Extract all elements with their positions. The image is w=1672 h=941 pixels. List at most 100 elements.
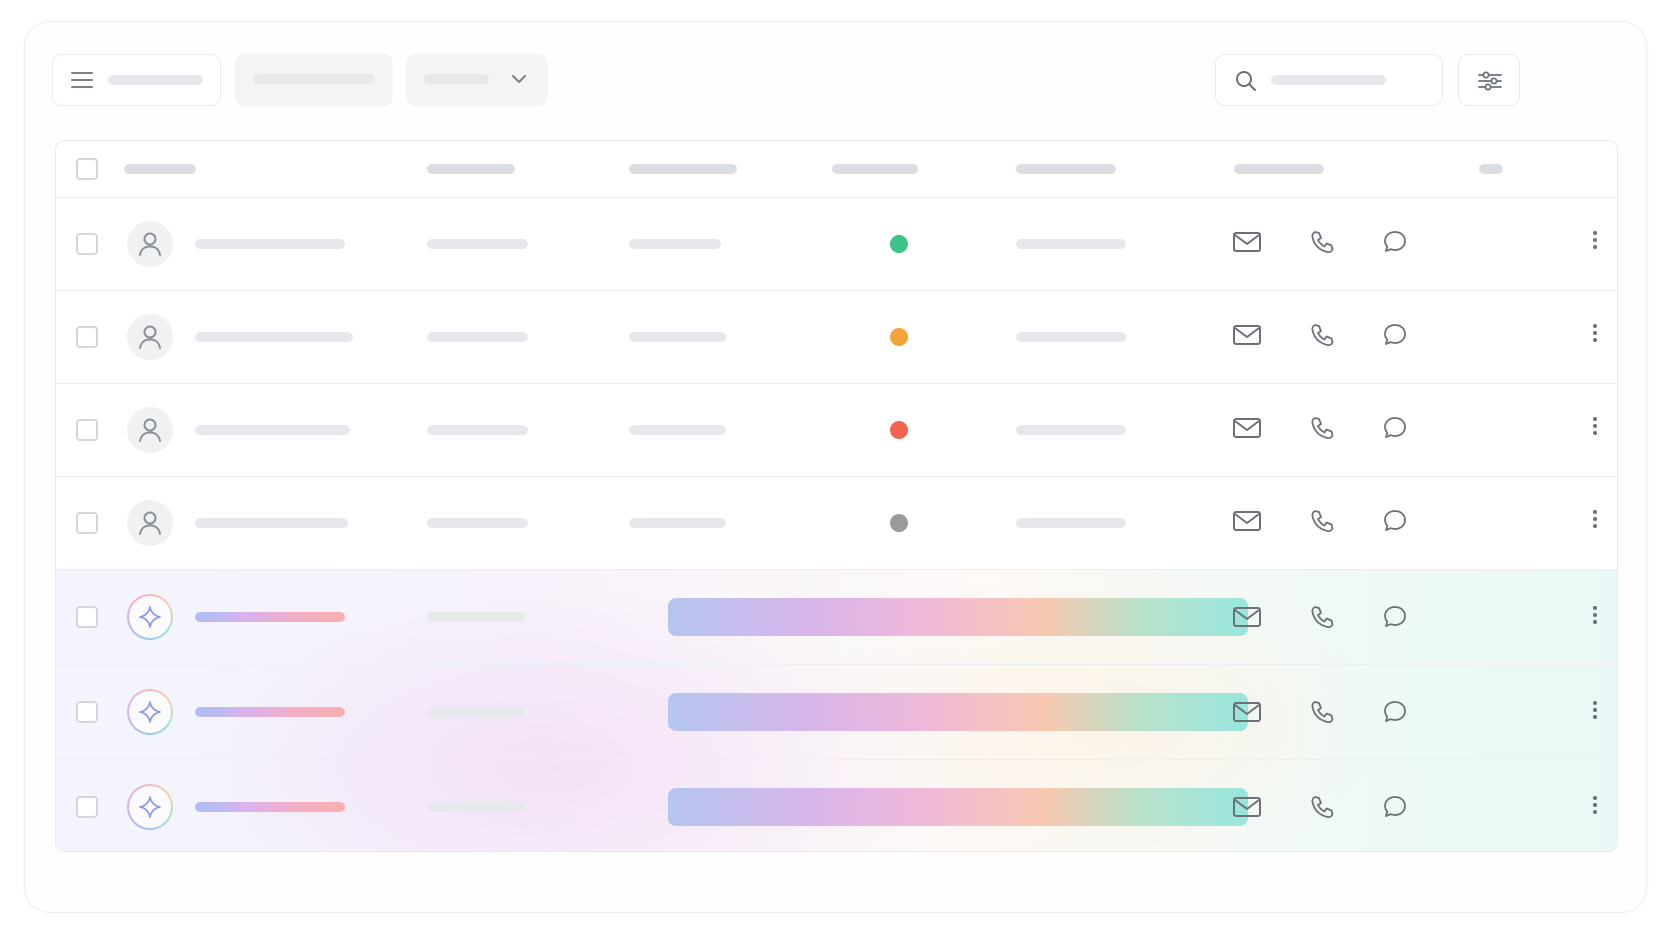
- header-col-3: [629, 164, 737, 174]
- table-row[interactable]: [56, 290, 1617, 383]
- sliders-icon: [1478, 71, 1502, 91]
- status-dot: [890, 235, 908, 253]
- contacts-table: [55, 140, 1618, 852]
- cell-placeholder: [427, 612, 525, 622]
- more-vertical-icon[interactable]: [1592, 231, 1598, 253]
- ai-table-row[interactable]: [56, 664, 1617, 759]
- chat-bubble-icon[interactable]: [1382, 229, 1408, 255]
- more-vertical-icon[interactable]: [1592, 606, 1598, 628]
- table-row[interactable]: [56, 197, 1617, 290]
- more-vertical-icon[interactable]: [1592, 701, 1598, 723]
- header-col-status: [832, 164, 918, 174]
- cell-placeholder: [427, 518, 528, 528]
- tab-label-placeholder: [253, 74, 375, 84]
- mail-icon[interactable]: [1232, 230, 1262, 254]
- mail-icon[interactable]: [1232, 509, 1262, 533]
- cell-placeholder: [629, 425, 726, 435]
- ai-table-row[interactable]: [56, 759, 1617, 851]
- table-row[interactable]: [56, 476, 1617, 569]
- dropdown-select[interactable]: [406, 54, 548, 106]
- phone-icon[interactable]: [1309, 604, 1335, 630]
- header-col-more: [1479, 164, 1503, 174]
- search-placeholder: [1271, 75, 1386, 85]
- header-col-actions: [1234, 164, 1324, 174]
- cell-placeholder: [1016, 425, 1126, 435]
- more-vertical-icon[interactable]: [1592, 510, 1598, 532]
- mail-icon[interactable]: [1232, 323, 1262, 347]
- cell-placeholder: [629, 518, 726, 528]
- ai-generating-bar: [668, 598, 1248, 636]
- phone-icon[interactable]: [1309, 508, 1335, 534]
- chat-bubble-icon[interactable]: [1382, 508, 1408, 534]
- cell-placeholder: [1016, 239, 1126, 249]
- phone-icon[interactable]: [1309, 699, 1335, 725]
- mail-icon[interactable]: [1232, 416, 1262, 440]
- row-checkbox[interactable]: [76, 326, 98, 348]
- ai-avatar: [127, 784, 173, 830]
- cell-placeholder: [427, 332, 528, 342]
- cell-placeholder: [629, 239, 721, 249]
- avatar: [127, 314, 173, 360]
- status-dot: [890, 421, 908, 439]
- ai-table-row[interactable]: [56, 569, 1617, 664]
- ai-avatar: [127, 689, 173, 735]
- contact-name-placeholder: [195, 425, 350, 435]
- chevron-down-icon: [512, 75, 526, 83]
- sparkle-icon: [139, 606, 161, 628]
- filter-button[interactable]: [1458, 54, 1520, 106]
- mail-icon[interactable]: [1232, 795, 1262, 819]
- more-vertical-icon[interactable]: [1592, 324, 1598, 346]
- user-icon: [139, 511, 161, 535]
- row-checkbox[interactable]: [76, 233, 98, 255]
- sparkle-icon: [139, 796, 161, 818]
- phone-icon[interactable]: [1309, 415, 1335, 441]
- cell-placeholder: [427, 707, 525, 717]
- avatar: [127, 500, 173, 546]
- chat-bubble-icon[interactable]: [1382, 699, 1408, 725]
- row-checkbox[interactable]: [76, 606, 98, 628]
- row-checkbox[interactable]: [76, 419, 98, 441]
- cell-placeholder: [629, 332, 726, 342]
- phone-icon[interactable]: [1309, 322, 1335, 348]
- mail-icon[interactable]: [1232, 700, 1262, 724]
- header-col-2: [427, 164, 515, 174]
- status-dot: [890, 328, 908, 346]
- mail-icon[interactable]: [1232, 605, 1262, 629]
- more-vertical-icon[interactable]: [1592, 796, 1598, 818]
- hamburger-menu-icon: [71, 72, 93, 88]
- ai-avatar: [127, 594, 173, 640]
- cell-placeholder: [427, 425, 528, 435]
- table-row[interactable]: [56, 383, 1617, 476]
- chat-bubble-icon[interactable]: [1382, 322, 1408, 348]
- more-vertical-icon[interactable]: [1592, 417, 1598, 439]
- row-checkbox[interactable]: [76, 796, 98, 818]
- chat-bubble-icon[interactable]: [1382, 415, 1408, 441]
- phone-icon[interactable]: [1309, 794, 1335, 820]
- status-dot: [890, 514, 908, 532]
- chat-bubble-icon[interactable]: [1382, 794, 1408, 820]
- toolbar-tab-button[interactable]: [235, 54, 393, 106]
- ai-name-placeholder: [195, 612, 345, 622]
- ai-generating-bar: [668, 788, 1248, 826]
- cell-placeholder: [427, 239, 528, 249]
- phone-icon[interactable]: [1309, 229, 1335, 255]
- user-icon: [139, 418, 161, 442]
- contact-name-placeholder: [195, 518, 348, 528]
- sparkle-icon: [139, 701, 161, 723]
- row-checkbox[interactable]: [76, 512, 98, 534]
- ai-generating-bar: [668, 693, 1248, 731]
- dropdown-label-placeholder: [424, 74, 489, 84]
- menu-view-button[interactable]: [52, 54, 221, 106]
- user-icon: [139, 325, 161, 349]
- contact-name-placeholder: [195, 332, 353, 342]
- avatar: [127, 407, 173, 453]
- row-checkbox[interactable]: [76, 701, 98, 723]
- menu-label-placeholder: [108, 75, 203, 85]
- select-all-checkbox[interactable]: [76, 158, 98, 180]
- cell-placeholder: [1016, 518, 1126, 528]
- avatar: [127, 221, 173, 267]
- chat-bubble-icon[interactable]: [1382, 604, 1408, 630]
- cell-placeholder: [427, 802, 525, 812]
- table-header: [56, 141, 1617, 197]
- search-input[interactable]: [1215, 54, 1443, 106]
